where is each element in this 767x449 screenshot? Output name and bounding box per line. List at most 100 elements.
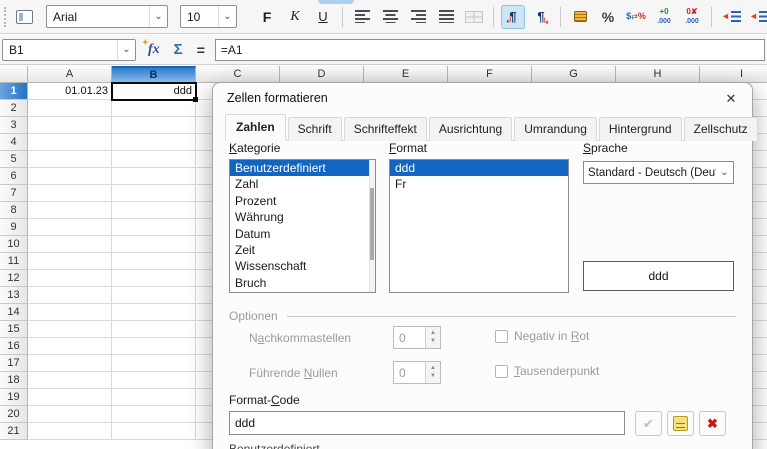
formula-button[interactable]: = bbox=[197, 42, 205, 58]
decimals-spinner[interactable]: 0 ▲▼ bbox=[393, 326, 441, 349]
cell-A18[interactable] bbox=[28, 372, 112, 389]
cell-A15[interactable] bbox=[28, 321, 112, 338]
cell-A1[interactable]: 01.01.23 bbox=[28, 83, 112, 100]
format-item-fr[interactable]: Fr bbox=[390, 176, 568, 192]
row-header-8[interactable]: 8 bbox=[0, 202, 28, 219]
format-number-button[interactable]: $⇄% bbox=[624, 5, 648, 29]
cell-B14[interactable] bbox=[112, 304, 196, 321]
tab-zellschutz[interactable]: Zellschutz bbox=[684, 117, 758, 141]
row-header-20[interactable]: 20 bbox=[0, 406, 28, 423]
tab-schrift[interactable]: Schrift bbox=[288, 117, 342, 141]
cell-A2[interactable] bbox=[28, 100, 112, 117]
cell-A8[interactable] bbox=[28, 202, 112, 219]
chevron-down-icon[interactable]: ⌄ bbox=[149, 6, 167, 27]
row-header-3[interactable]: 3 bbox=[0, 117, 28, 134]
category-item-wissenschaft[interactable]: Wissenschaft bbox=[230, 258, 375, 274]
font-size-combo[interactable]: 10 ⌄ bbox=[180, 5, 237, 28]
row-header-6[interactable]: 6 bbox=[0, 168, 28, 185]
column-header-F[interactable]: F bbox=[448, 66, 532, 83]
tab-schrifteffekt[interactable]: Schrifteffekt bbox=[344, 117, 427, 141]
bold-button[interactable]: F bbox=[255, 5, 279, 29]
align-justify-button[interactable] bbox=[434, 5, 458, 29]
increase-indent-button[interactable]: ◄ bbox=[747, 5, 767, 29]
edit-comment-button[interactable] bbox=[667, 411, 694, 436]
cell-A6[interactable] bbox=[28, 168, 112, 185]
select-all-corner[interactable] bbox=[0, 66, 28, 83]
format-percent-button[interactable]: % bbox=[596, 5, 620, 29]
row-header-2[interactable]: 2 bbox=[0, 100, 28, 117]
cell-A12[interactable] bbox=[28, 270, 112, 287]
cell-A4[interactable] bbox=[28, 134, 112, 151]
row-header-5[interactable]: 5 bbox=[0, 151, 28, 168]
cell-B2[interactable] bbox=[112, 100, 196, 117]
cell-A3[interactable] bbox=[28, 117, 112, 134]
row-header-13[interactable]: 13 bbox=[0, 287, 28, 304]
cell-B18[interactable] bbox=[112, 372, 196, 389]
chevron-down-icon[interactable]: ⌄ bbox=[716, 167, 733, 178]
cell-A21[interactable] bbox=[28, 423, 112, 440]
negative-red-checkbox-row[interactable]: Negativ in Rot bbox=[495, 329, 589, 343]
cell-B15[interactable] bbox=[112, 321, 196, 338]
name-box[interactable]: B1 ⌄ bbox=[2, 39, 136, 61]
tab-ausrichtung[interactable]: Ausrichtung bbox=[429, 117, 512, 141]
cell-A7[interactable] bbox=[28, 185, 112, 202]
chevron-down-icon[interactable]: ⌄ bbox=[117, 40, 135, 60]
checkbox-icon[interactable] bbox=[495, 365, 508, 378]
decrease-indent-button[interactable]: ◄ bbox=[719, 5, 743, 29]
format-listbox[interactable]: dddFr bbox=[389, 159, 569, 293]
cell-B5[interactable] bbox=[112, 151, 196, 168]
align-right-button[interactable] bbox=[406, 5, 430, 29]
row-header-10[interactable]: 10 bbox=[0, 236, 28, 253]
row-header-17[interactable]: 17 bbox=[0, 355, 28, 372]
checkbox-icon[interactable] bbox=[495, 330, 508, 343]
sidebar-toggle-button[interactable] bbox=[12, 5, 36, 29]
format-code-input[interactable]: ddd bbox=[229, 411, 625, 435]
cell-B17[interactable] bbox=[112, 355, 196, 372]
cell-A19[interactable] bbox=[28, 389, 112, 406]
row-header-18[interactable]: 18 bbox=[0, 372, 28, 389]
row-header-4[interactable]: 4 bbox=[0, 134, 28, 151]
thousands-checkbox-row[interactable]: Tausenderpunkt bbox=[495, 364, 599, 378]
row-header-1[interactable]: 1 bbox=[0, 83, 28, 100]
cell-B20[interactable] bbox=[112, 406, 196, 423]
delete-decimal-button[interactable]: 0✘.000 bbox=[680, 5, 704, 29]
row-header-12[interactable]: 12 bbox=[0, 270, 28, 287]
spinner-arrows-icon[interactable]: ▲▼ bbox=[425, 327, 440, 348]
cell-B10[interactable] bbox=[112, 236, 196, 253]
text-direction-rtl-button[interactable]: ¶ ↳ bbox=[529, 5, 553, 29]
row-header-9[interactable]: 9 bbox=[0, 219, 28, 236]
cell-B16[interactable] bbox=[112, 338, 196, 355]
column-header-C[interactable]: C bbox=[196, 66, 280, 83]
cell-A11[interactable] bbox=[28, 253, 112, 270]
format-currency-button[interactable] bbox=[568, 5, 592, 29]
category-item-datum[interactable]: Datum bbox=[230, 226, 375, 242]
cell-B9[interactable] bbox=[112, 219, 196, 236]
close-button[interactable]: ✕ bbox=[720, 88, 742, 110]
row-header-14[interactable]: 14 bbox=[0, 304, 28, 321]
cell-A5[interactable] bbox=[28, 151, 112, 168]
column-header-H[interactable]: H bbox=[616, 66, 700, 83]
scrollbar-thumb[interactable] bbox=[370, 188, 374, 260]
category-item-bruch[interactable]: Bruch bbox=[230, 275, 375, 291]
font-name-combo[interactable]: Arial ⌄ bbox=[46, 5, 168, 28]
cell-B12[interactable] bbox=[112, 270, 196, 287]
chevron-down-icon[interactable]: ⌄ bbox=[218, 6, 236, 27]
cell-A16[interactable] bbox=[28, 338, 112, 355]
row-header-7[interactable]: 7 bbox=[0, 185, 28, 202]
cell-A13[interactable] bbox=[28, 287, 112, 304]
delete-format-button[interactable]: ✖ bbox=[699, 411, 726, 436]
tab-umrandung[interactable]: Umrandung bbox=[514, 117, 597, 141]
tab-hintergrund[interactable]: Hintergrund bbox=[599, 117, 682, 141]
apply-format-button[interactable]: ✔ bbox=[635, 411, 662, 436]
cell-B1[interactable]: ddd bbox=[112, 83, 196, 100]
category-item-währung[interactable]: Währung bbox=[230, 209, 375, 225]
row-header-16[interactable]: 16 bbox=[0, 338, 28, 355]
column-header-B[interactable]: B bbox=[112, 66, 196, 83]
add-decimal-button[interactable]: +0.000 bbox=[652, 5, 676, 29]
category-item-zeit[interactable]: Zeit bbox=[230, 242, 375, 258]
row-header-15[interactable]: 15 bbox=[0, 321, 28, 338]
row-header-11[interactable]: 11 bbox=[0, 253, 28, 270]
cell-B3[interactable] bbox=[112, 117, 196, 134]
column-header-A[interactable]: A bbox=[28, 66, 112, 83]
cell-B4[interactable] bbox=[112, 134, 196, 151]
